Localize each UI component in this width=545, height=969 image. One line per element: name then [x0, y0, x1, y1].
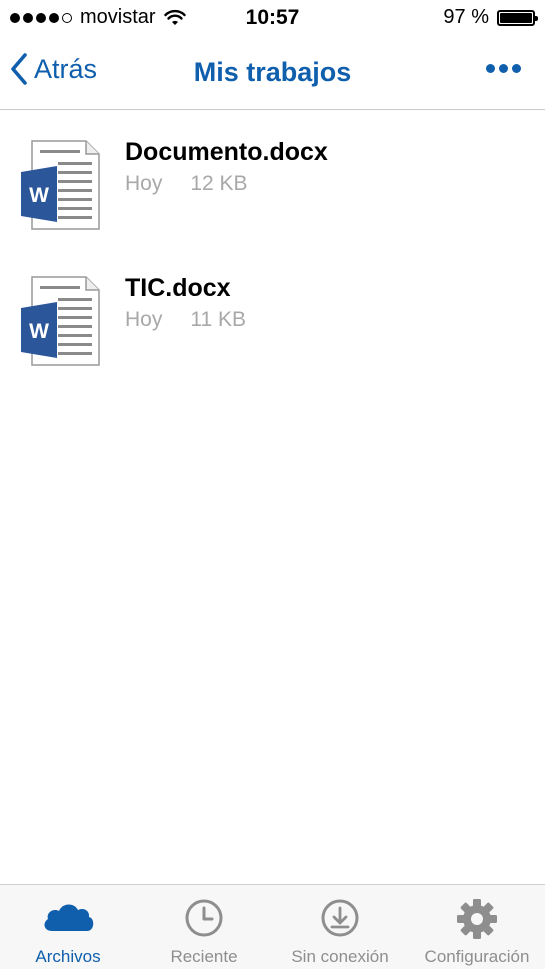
word-document-icon: W: [21, 276, 100, 366]
clock-icon: [185, 899, 223, 937]
page-title: Mis trabajos: [193, 57, 352, 87]
list-item-file[interactable]: W TIC.docx Hoy 11 KB: [0, 246, 545, 382]
file-date: Hoy: [125, 172, 163, 195]
navigation-bar: Atrás Mis trabajos: [0, 38, 545, 110]
file-date: Hoy: [125, 308, 163, 331]
file-size: 12 KB: [190, 172, 248, 195]
list-item-file[interactable]: W Documento.docx Hoy 12 KB: [0, 110, 545, 246]
tab-configuracion[interactable]: Configuración: [409, 885, 545, 969]
file-name: TIC.docx: [125, 274, 231, 302]
tab-label: Reciente: [170, 947, 238, 966]
ellipsis-icon: [486, 64, 495, 73]
file-meta: Hoy 12 KB: [125, 172, 248, 196]
battery-percentage: 97 %: [443, 6, 489, 28]
file-name: Documento.docx: [125, 138, 328, 166]
file-meta: Hoy 11 KB: [125, 308, 246, 332]
svg-text:W: W: [29, 184, 49, 207]
tab-reciente[interactable]: Reciente: [136, 885, 272, 969]
tab-archivos[interactable]: Archivos: [0, 885, 136, 969]
file-size: 11 KB: [190, 308, 247, 331]
gear-icon: [457, 899, 497, 939]
tab-label: Archivos: [35, 947, 101, 966]
more-options-button[interactable]: [486, 64, 521, 73]
cloud-icon: [44, 904, 94, 931]
tab-label: Configuración: [424, 947, 530, 966]
svg-text:W: W: [29, 320, 49, 343]
battery-icon: [497, 9, 538, 26]
word-document-icon: W: [21, 140, 100, 230]
status-right: 97 %: [443, 6, 538, 29]
download-circle-icon: [321, 899, 359, 937]
file-list: W Documento.docx Hoy 12 KB W TIC.docx Ho…: [0, 110, 545, 382]
tab-sin-conexion[interactable]: Sin conexión: [272, 885, 408, 969]
tab-label: Sin conexión: [291, 947, 389, 966]
status-bar: movistar 10:57 97 %: [0, 0, 545, 38]
tab-bar: Archivos Reciente Sin conexión Configura…: [0, 884, 545, 969]
